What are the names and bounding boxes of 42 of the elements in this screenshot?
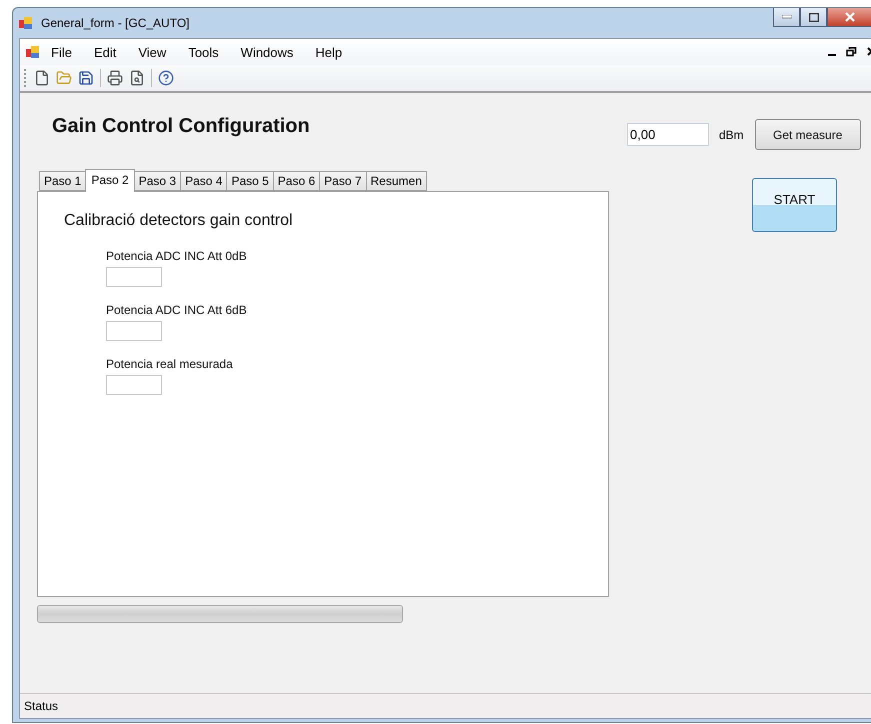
- tab[interactable]: Resumen: [366, 171, 427, 191]
- restore-icon[interactable]: [846, 47, 857, 57]
- tab[interactable]: Paso 7: [319, 171, 367, 191]
- app-icon: [19, 16, 33, 30]
- minimize-button[interactable]: [773, 8, 800, 27]
- unit-label: dBm: [719, 128, 744, 142]
- menu-item[interactable]: Help: [304, 44, 354, 60]
- tab[interactable]: Paso 2: [85, 169, 135, 192]
- help-icon[interactable]: [158, 70, 174, 86]
- page-heading: Gain Control Configuration: [52, 115, 311, 138]
- menu-item[interactable]: Tools: [177, 44, 230, 60]
- tab[interactable]: Paso 4: [180, 171, 228, 191]
- tab[interactable]: Paso 1: [39, 171, 86, 191]
- minimize-icon: [782, 15, 792, 19]
- menu-item[interactable]: Windows: [230, 44, 304, 60]
- close-button[interactable]: [827, 8, 871, 27]
- field-label: Potencia real mesurada: [106, 357, 234, 371]
- new-file-icon[interactable]: [34, 70, 50, 86]
- menu-item[interactable]: File: [40, 44, 83, 60]
- app-icon: [26, 45, 40, 59]
- start-button[interactable]: START: [752, 178, 837, 232]
- input-field[interactable]: [106, 267, 162, 287]
- maximize-icon: [808, 12, 818, 22]
- panel-title: Calibració detectors gain control: [64, 212, 294, 230]
- tab[interactable]: Paso 3: [134, 171, 182, 191]
- input-field[interactable]: [106, 321, 162, 341]
- maximize-button[interactable]: [800, 8, 827, 27]
- measure-field[interactable]: 0,00: [627, 123, 709, 146]
- menu-item[interactable]: Edit: [82, 44, 128, 60]
- print-preview-icon[interactable]: [129, 70, 145, 86]
- window-title: General_form - [GC_AUTO]: [41, 16, 190, 30]
- tab[interactable]: Paso 6: [272, 171, 320, 191]
- field-label: Potencia ADC INC Att 0dB: [106, 249, 248, 263]
- close-icon: [845, 12, 855, 22]
- tab[interactable]: Paso 5: [226, 171, 274, 191]
- save-icon[interactable]: [78, 70, 94, 86]
- status-text: Status: [24, 699, 58, 713]
- menu-item[interactable]: View: [127, 44, 178, 60]
- printer-icon[interactable]: [107, 70, 123, 86]
- get-measure-button[interactable]: Get measure: [754, 119, 861, 150]
- input-field[interactable]: [106, 375, 162, 395]
- field-label: Potencia ADC INC Att 6dB: [106, 303, 248, 317]
